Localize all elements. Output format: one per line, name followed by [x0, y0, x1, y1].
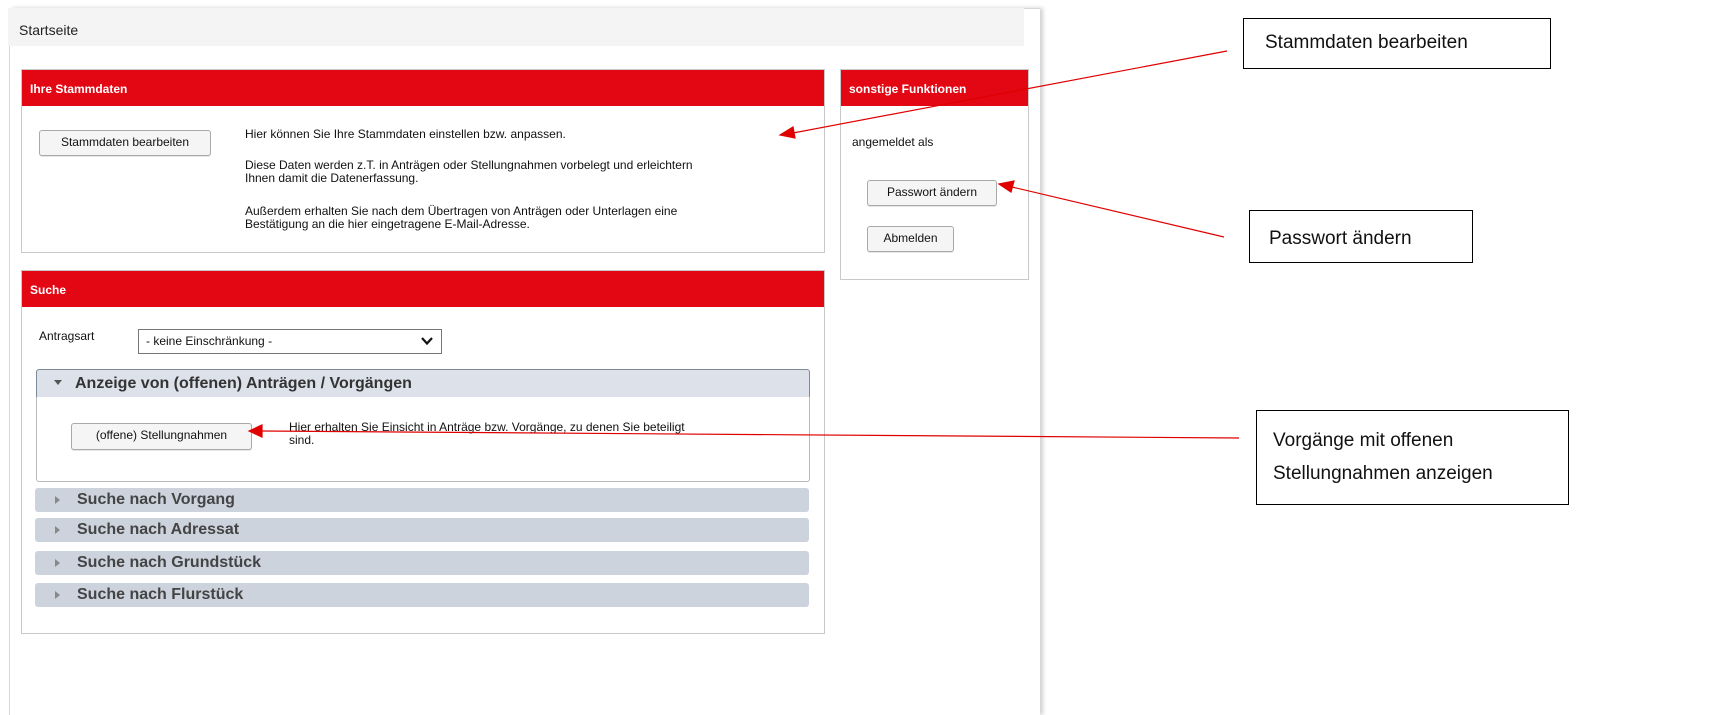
annotation-arrows — [247, 50, 1240, 439]
